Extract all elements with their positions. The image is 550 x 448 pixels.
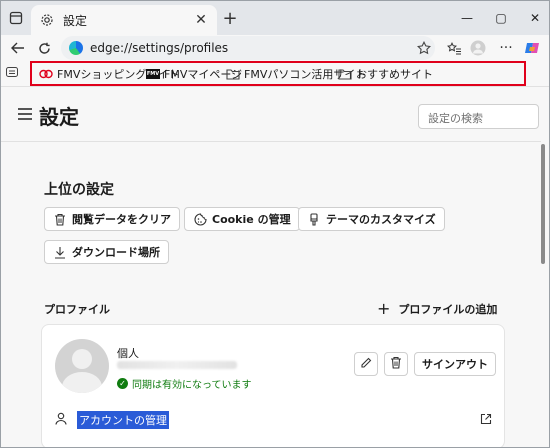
clear-browsing-data-button[interactable]: 閲覧データをクリア [44,207,180,231]
check-circle-icon: ✓ [117,378,128,389]
pencil-icon [360,357,372,372]
trash-icon [390,356,402,372]
profile-card: 個人 ✓ 同期は有効になっています サインアウト アカウントの管理 [41,324,505,447]
add-profile-button[interactable]: + プロファイルの追加 [377,299,497,318]
browser-window: 設定 ✕ + — ▢ ✕ edge://settings/profiles ··… [0,0,550,448]
sync-status: ✓ 同期は有効になっています [117,376,252,391]
address-bar[interactable]: edge://settings/profiles [61,36,435,60]
settings-search-input[interactable]: 設定の検索 [418,104,539,129]
back-icon[interactable] [7,38,29,58]
favorites-icon[interactable] [443,38,465,58]
favorites-bar: FMVショッピングサイト FMV FMVマイページ FMVパソコン活用サイト お… [1,61,549,87]
manage-cookies-button[interactable]: Cookie の管理 [184,207,300,231]
url-text: edge://settings/profiles [90,41,229,55]
tab-settings[interactable]: 設定 ✕ [31,5,217,35]
profiles-heading: プロファイル [44,303,110,316]
fmv-shop-icon [39,67,53,81]
settings-header: 設定 設定の検索 [1,88,541,142]
close-window-button[interactable]: ✕ [513,1,549,35]
close-tab-icon[interactable]: ✕ [193,12,209,28]
download-location-button[interactable]: ダウンロード場所 [44,240,169,264]
download-icon [53,245,67,259]
folder-icon [226,67,240,81]
new-tab-button[interactable]: + [221,8,239,29]
refresh-icon[interactable] [33,38,55,58]
fmv-logo-icon: FMV [146,69,160,79]
tab-actions-icon[interactable] [7,9,25,27]
brush-icon [307,212,321,226]
fav-recommended[interactable]: おすすめサイト [338,66,433,82]
navigation-bar: edge://settings/profiles ··· [1,35,549,61]
cookie-icon [193,212,207,226]
edge-logo-icon [69,41,83,55]
sign-out-button[interactable]: サインアウト [414,352,496,376]
star-icon[interactable] [413,38,435,58]
gear-icon [39,12,55,28]
plus-icon: + [377,299,391,318]
title-bar: 設定 ✕ + — ▢ ✕ [1,1,549,35]
person-icon [55,412,67,428]
manage-account-link[interactable]: アカウントの管理 [77,411,169,429]
profile-avatar-icon[interactable] [467,38,489,58]
menu-icon[interactable] [18,108,32,120]
tab-title: 設定 [63,13,88,28]
sidebar-toggle-icon[interactable] [6,66,20,80]
page-title: 設定 [39,105,79,129]
profile-email-blurred [117,361,237,369]
avatar [55,339,109,393]
folder-icon [338,67,352,81]
more-menu-icon[interactable]: ··· [495,38,517,58]
scrollbar[interactable] [541,144,545,264]
top-settings-title: 上位の設定 [44,182,114,198]
copilot-icon[interactable] [521,38,543,58]
settings-content: 設定 設定の検索 上位の設定 閲覧データをクリア Cookie の管理 テーマの… [1,88,549,447]
profile-name: 個人 [117,347,139,360]
trash-icon [53,212,67,226]
external-link-icon[interactable] [480,413,494,427]
manage-account-row[interactable]: アカウントの管理 [55,411,169,429]
fav-label: おすすめサイト [356,68,433,81]
customize-theme-button[interactable]: テーマのカスタマイズ [298,207,445,231]
edit-profile-button[interactable] [354,352,378,376]
delete-profile-button[interactable] [384,352,408,376]
